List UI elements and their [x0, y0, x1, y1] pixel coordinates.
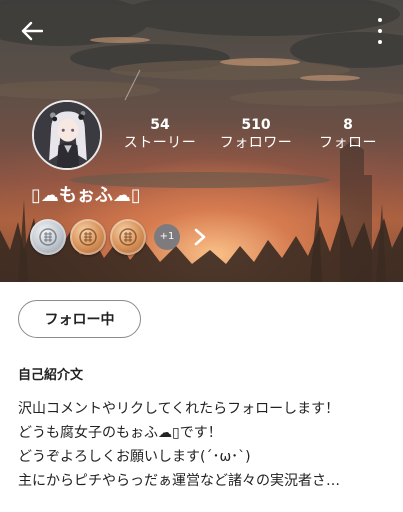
profile-cover: 54 ストーリー 510 フォロワー 8 フォロー ▯☁もぉふ☁▯ +1 [0, 0, 403, 282]
bio-line: 主にからピチやらっだぁ運営など諸々の実況者さ… [18, 473, 340, 489]
badge-bronze[interactable] [110, 219, 146, 255]
followers-label: フォロワー [219, 135, 293, 151]
badge-emblem-icon [119, 228, 137, 246]
profile-stats: 54 ストーリー 510 フォロワー 8 フォロー [112, 117, 403, 157]
badges-next-button[interactable] [190, 222, 210, 252]
bio-line: どうぞよろしくお願いします(´･ω･`) [18, 449, 251, 465]
stat-followers[interactable]: 510 フォロワー [216, 117, 296, 153]
followers-count: 510 [241, 117, 271, 133]
following-button[interactable]: フォロー中 [18, 300, 141, 338]
bio-text: 沢山コメントやリクしてくれたらフォローします！ どうも腐女子のもぉふ☁▯です！ … [18, 397, 393, 493]
stories-count: 54 [150, 117, 170, 133]
badges-row[interactable]: +1 [30, 218, 210, 256]
arrow-left-icon [21, 21, 43, 41]
following-count: 8 [343, 117, 353, 133]
back-button[interactable] [16, 16, 48, 46]
more-options-button[interactable] [371, 18, 389, 44]
badge-emblem-icon [79, 228, 97, 246]
badge-bronze[interactable] [70, 219, 106, 255]
avatar-image [34, 102, 100, 168]
badge-emblem-icon [39, 228, 57, 246]
badge-more-count[interactable]: +1 [154, 224, 180, 250]
bio-line: どうも腐女子のもぉふ☁▯です！ [18, 425, 222, 441]
stories-label: ストーリー [123, 135, 197, 151]
chevron-right-icon [194, 228, 206, 246]
stat-following[interactable]: 8 フォロー [308, 117, 388, 153]
avatar[interactable] [32, 100, 102, 170]
bio-title: 自己紹介文 [18, 368, 84, 383]
bio-line: 沢山コメントやリクしてくれたらフォローします！ [18, 401, 340, 417]
following-label: フォロー [319, 135, 377, 151]
more-vertical-icon [378, 18, 382, 22]
stat-stories[interactable]: 54 ストーリー [120, 117, 200, 153]
profile-username: ▯☁もぉふ☁▯ [31, 185, 141, 206]
badge-silver[interactable] [30, 219, 66, 255]
